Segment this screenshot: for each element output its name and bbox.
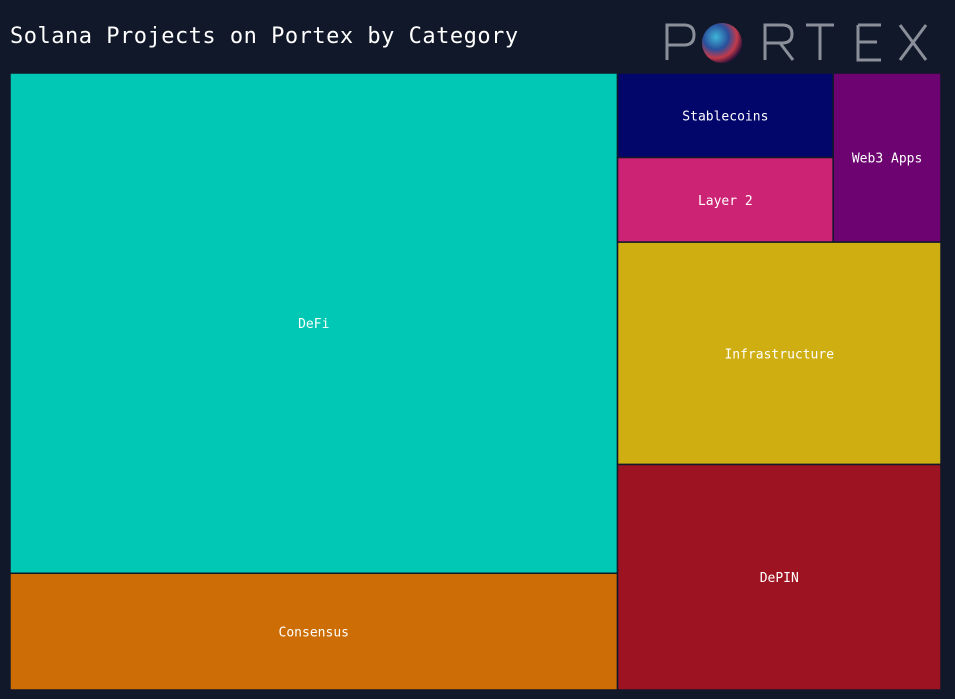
treemap-label-layer-2: Layer 2 [698, 194, 753, 209]
treemap-label-defi: DeFi [298, 317, 329, 332]
treemap-label-depin: DePIN [760, 571, 799, 586]
treemap-chart: DeFi Consensus Stablecoins Layer 2 Web3 Apps… [9, 72, 942, 691]
treemap-label-web3-apps: Web3 Apps [852, 152, 922, 167]
treemap-label-consensus: Consensus [279, 626, 349, 641]
treemap-label-stablecoins: Stablecoins [682, 109, 768, 124]
treemap-label-infrastructure: Infrastructure [724, 347, 834, 362]
